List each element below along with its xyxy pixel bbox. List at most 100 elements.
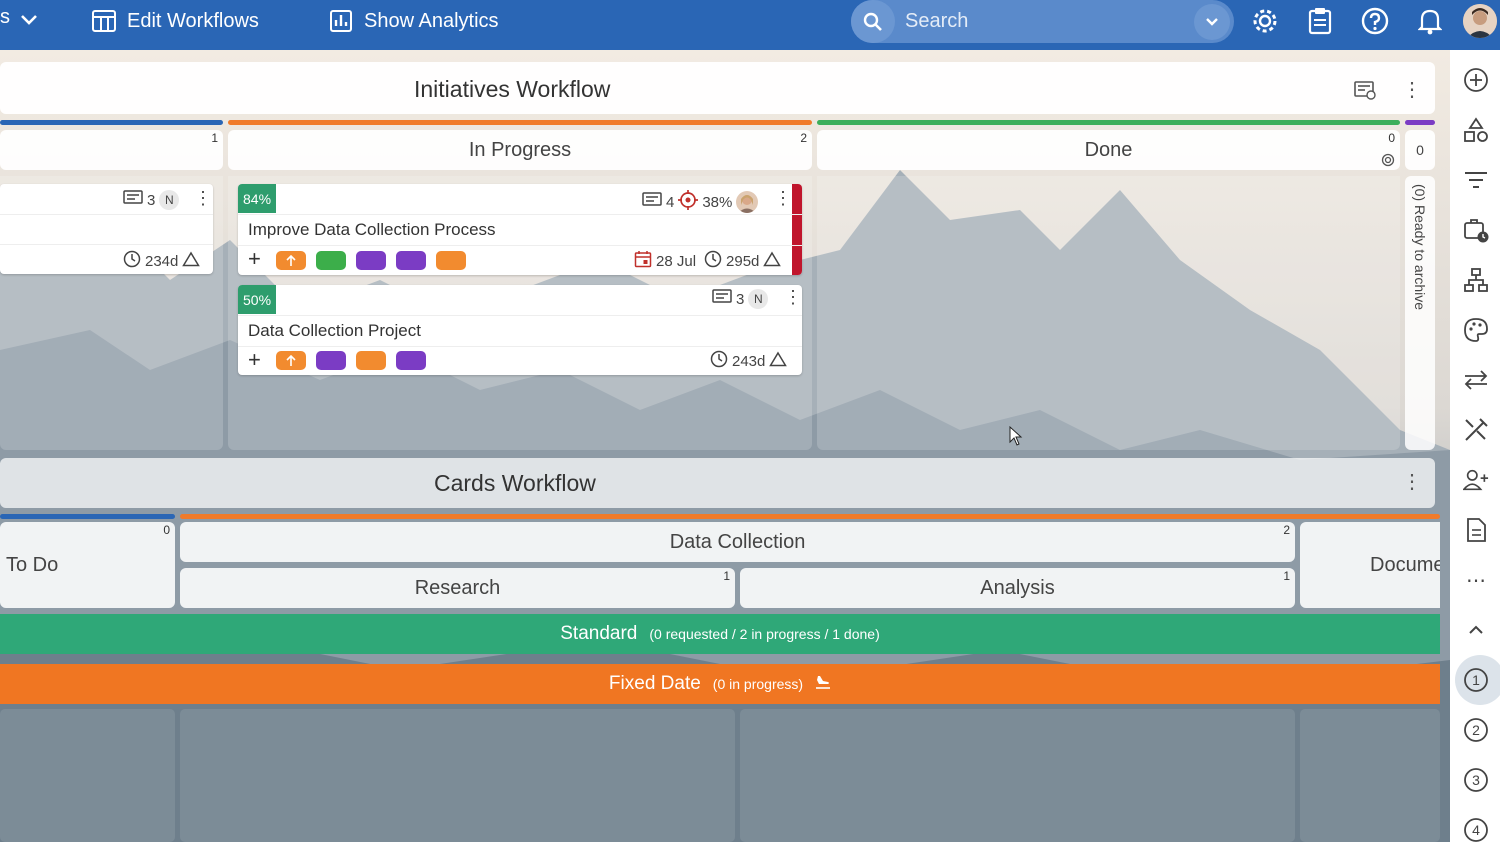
- card-tag[interactable]: [356, 251, 386, 270]
- column-header-data-collection[interactable]: Data Collection 2: [180, 522, 1295, 562]
- clock-icon: [704, 250, 722, 272]
- card-tag[interactable]: [436, 251, 466, 270]
- column-header-documents[interactable]: Docume: [1300, 522, 1440, 608]
- lane-summary: (0 in progress): [712, 676, 804, 692]
- card-dates: 28 Jul 295d: [634, 250, 782, 272]
- hierarchy-icon[interactable]: [1463, 267, 1489, 293]
- card-tag[interactable]: [396, 351, 426, 370]
- collapse-icon[interactable]: [1463, 617, 1489, 643]
- lane-4-icon[interactable]: 4: [1463, 817, 1489, 842]
- column-count: 2: [1283, 523, 1290, 537]
- search-icon[interactable]: [851, 0, 895, 43]
- show-analytics-button[interactable]: Show Analytics: [328, 0, 499, 42]
- card-divider: [238, 214, 802, 215]
- filter-icon[interactable]: [1463, 167, 1489, 193]
- bell-icon[interactable]: [1413, 4, 1447, 38]
- column-header-archive[interactable]: 0: [1405, 130, 1435, 170]
- initiatives-workflow-title: Initiatives Workflow: [414, 76, 611, 102]
- help-icon[interactable]: [1358, 4, 1392, 38]
- calendar-icon: [634, 250, 652, 272]
- column-body: [817, 176, 1400, 450]
- column-color-bar: [0, 120, 223, 125]
- board-more-icon[interactable]: ⋮: [1402, 80, 1422, 100]
- card-meta: 3 N: [123, 190, 180, 210]
- document-icon[interactable]: [1463, 517, 1489, 543]
- workspace-name-fragment[interactable]: s: [0, 6, 10, 29]
- add-tag-icon[interactable]: +: [248, 349, 261, 371]
- edit-workflows-button[interactable]: Edit Workflows: [91, 0, 259, 42]
- comment-count: 4: [666, 193, 675, 211]
- card-more-icon[interactable]: ⋮: [784, 287, 802, 308]
- age-value: 295d: [726, 252, 760, 270]
- column-count: 2: [800, 131, 807, 145]
- lane-number: 2: [1472, 722, 1480, 738]
- more-icon[interactable]: ⋯: [1463, 567, 1489, 593]
- card-tag[interactable]: [316, 251, 346, 270]
- archive-column-body[interactable]: (0) Ready to archive: [1405, 176, 1435, 450]
- card-title[interactable]: Data Collection Project: [248, 321, 421, 341]
- card-partial[interactable]: 3 N ⋮ 234d: [0, 184, 213, 274]
- avatar[interactable]: [736, 191, 759, 213]
- assignee-initial[interactable]: N: [159, 190, 180, 210]
- lane-title: Standard: [560, 623, 638, 644]
- card-tag[interactable]: [276, 251, 306, 270]
- age-value: 243d: [732, 352, 766, 370]
- lane-standard[interactable]: Standard (0 requested / 2 in progress / …: [0, 614, 1440, 654]
- warning-icon: [769, 351, 788, 371]
- card-more-icon[interactable]: ⋮: [774, 188, 792, 209]
- lane-cell: [1300, 709, 1440, 842]
- comment-icon: [123, 190, 143, 210]
- shapes-icon[interactable]: [1463, 117, 1489, 143]
- add-user-icon[interactable]: [1463, 467, 1489, 493]
- swap-icon[interactable]: [1463, 367, 1489, 393]
- search-input[interactable]: [905, 10, 1175, 33]
- card-title[interactable]: Improve Data Collection Process: [248, 220, 496, 240]
- card-tag[interactable]: [396, 251, 426, 270]
- lane-title: Fixed Date: [608, 673, 701, 694]
- column-header-research[interactable]: Research 1: [180, 568, 735, 608]
- target-icon: [678, 190, 699, 214]
- lane-2-icon[interactable]: 2: [1463, 717, 1489, 743]
- lane-fixed-date[interactable]: Fixed Date (0 in progress): [0, 664, 1440, 704]
- initiatives-workflow-header: [0, 62, 1435, 114]
- clipboard-icon[interactable]: [1303, 4, 1337, 38]
- archive-icon[interactable]: [1381, 150, 1395, 173]
- lane-3-icon[interactable]: 3: [1463, 767, 1489, 793]
- search-box[interactable]: [851, 0, 1234, 43]
- chevron-down-icon[interactable]: [16, 7, 42, 33]
- assignee-initial[interactable]: N: [748, 289, 769, 309]
- column-color-bar: [0, 514, 175, 519]
- card-tag[interactable]: [316, 351, 346, 370]
- add-icon[interactable]: [1463, 67, 1489, 93]
- column-header-analysis[interactable]: Analysis 1: [740, 568, 1295, 608]
- board-more-icon[interactable]: ⋮: [1402, 472, 1422, 492]
- column-count: 1: [211, 131, 218, 145]
- tools-icon[interactable]: [1463, 417, 1489, 443]
- gear-icon[interactable]: [1248, 4, 1282, 38]
- lane-1-icon[interactable]: 1: [1463, 667, 1489, 693]
- add-tag-icon[interactable]: +: [248, 248, 261, 270]
- column-label: To Do: [6, 553, 59, 576]
- palette-icon[interactable]: [1463, 317, 1489, 343]
- table-icon: [91, 8, 117, 34]
- column-header-done[interactable]: Done 0: [817, 130, 1400, 170]
- column-header-to-do[interactable]: To Do 0: [0, 522, 175, 608]
- column-label: 0: [1416, 142, 1424, 158]
- cards-workflow-header: [0, 458, 1435, 508]
- bar-chart-icon: [328, 8, 354, 34]
- card-data-collection-project[interactable]: 50% 3 N ⋮ Data Collection Project + 243d: [238, 285, 802, 375]
- column-header-backlog[interactable]: 1: [0, 130, 223, 170]
- card-tag[interactable]: [276, 351, 306, 370]
- lane-cell: [180, 709, 735, 842]
- clock-icon: [710, 350, 728, 372]
- workflow-settings-icon[interactable]: [1354, 80, 1376, 105]
- column-label: Data Collection: [669, 530, 806, 553]
- search-dropdown-icon[interactable]: [1194, 4, 1230, 40]
- card-divider: [238, 245, 802, 246]
- card-tag[interactable]: [356, 351, 386, 370]
- avatar[interactable]: [1463, 4, 1497, 38]
- card-improve-data-collection[interactable]: 84% 4 38% ⋮ Improve Data Collection Proc…: [238, 184, 802, 275]
- column-header-in-progress[interactable]: In Progress 2: [228, 130, 812, 170]
- calendar-briefcase-icon[interactable]: [1463, 217, 1489, 243]
- card-more-icon[interactable]: ⋮: [194, 188, 212, 209]
